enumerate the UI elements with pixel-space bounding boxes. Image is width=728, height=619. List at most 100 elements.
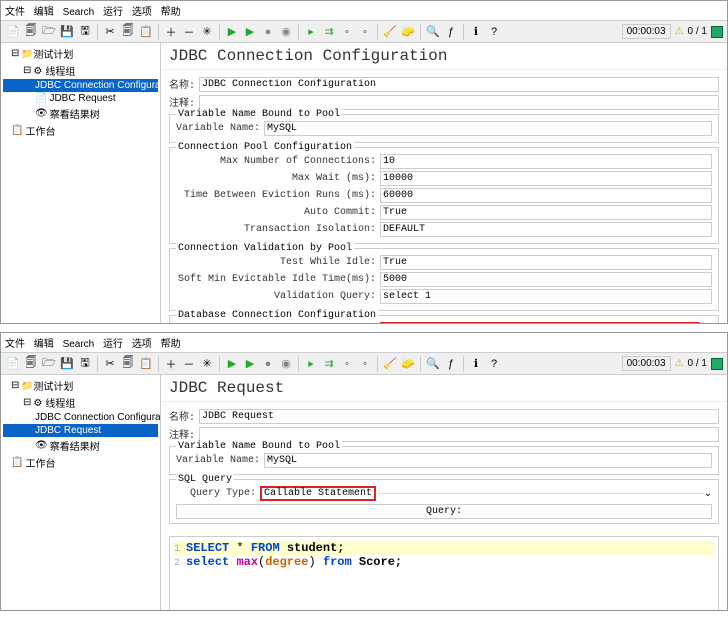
tree-workbench-2[interactable]: 📋工作台 [3,454,158,471]
clear-icon[interactable]: 🧹 [382,24,398,40]
tree-threadgroup-2[interactable]: ⊟⚙线程组 [3,394,158,411]
menu-run-2[interactable]: 运行 [103,339,123,350]
save-icon[interactable]: 💾 [59,24,75,40]
menu-run[interactable]: 运行 [103,7,123,18]
clear-all-icon[interactable]: 🧽 [400,24,416,40]
new-icon[interactable]: 📄 [5,356,21,372]
tree-jdbc-request-2[interactable]: JDBC Request [3,424,158,437]
stop-icon[interactable]: ● [260,24,276,40]
remote-start-icon[interactable]: ▸ [303,24,319,40]
remote-stop-all-icon[interactable]: ◦ [357,24,373,40]
varname-input[interactable] [264,121,712,136]
softmin-input[interactable] [380,272,712,287]
search-icon[interactable]: 🔍 [425,356,441,372]
menu-options[interactable]: 选项 [132,7,152,18]
function-helper-icon[interactable]: ƒ [443,24,459,40]
tree-panel-2: ⊟📁测试计划 ⊟⚙线程组 JDBC Connection Configurati… [1,375,161,610]
paste-icon[interactable]: 📋 [138,356,154,372]
save-icon[interactable]: 💾 [59,356,75,372]
querytype-value[interactable]: Callable Statement [260,486,376,501]
help-icon[interactable]: ℹ [468,24,484,40]
paste-icon[interactable]: 📋 [138,24,154,40]
comment-input-2[interactable] [199,427,719,442]
remote-stop-all-icon[interactable]: ◦ [357,356,373,372]
toggle-icon[interactable]: ✳ [199,24,215,40]
menu-help[interactable]: 帮助 [161,7,181,18]
templates-icon[interactable]: 🗐 [23,356,39,372]
open-icon[interactable]: 🗁 [41,356,57,372]
copy-icon[interactable]: 🗐 [120,356,136,372]
status-icon [711,26,723,38]
menu-help-2[interactable]: 帮助 [161,339,181,350]
autocommit-input[interactable] [380,205,712,220]
open-icon[interactable]: 🗁 [41,24,57,40]
main-panel-2: JDBC Request 名称: 注释: Variable Name Bound… [161,375,727,610]
copy-icon[interactable]: 🗐 [120,24,136,40]
tree-root[interactable]: ⊟📁测试计划 [3,45,158,62]
remote-stop-icon[interactable]: ◦ [339,356,355,372]
tree-jdbc-config[interactable]: JDBC Connection Configurat [3,79,158,92]
help-icon[interactable]: ℹ [468,356,484,372]
warning-icon[interactable]: ⚠ [675,26,684,37]
tree-jdbc-config-2[interactable]: JDBC Connection Configurati [3,411,158,424]
tree-threadgroup[interactable]: ⊟⚙线程组 [3,62,158,79]
menu-options-2[interactable]: 选项 [132,339,152,350]
dburl-input[interactable] [380,322,700,323]
run-notimer-icon[interactable]: ▶ [242,356,258,372]
shutdown-icon[interactable]: ◉ [278,356,294,372]
close-icon[interactable]: 🖫 [77,356,93,372]
run-icon[interactable]: ▶ [224,24,240,40]
evict-input[interactable] [380,188,712,203]
maxconn-input[interactable] [380,154,712,169]
cut-icon[interactable]: ✂ [102,356,118,372]
run-notimer-icon[interactable]: ▶ [242,24,258,40]
valquery-input[interactable] [380,289,712,304]
toggle-icon[interactable]: ✳ [199,356,215,372]
expand-icon[interactable]: ＋ [163,24,179,40]
tree-result-tree-2[interactable]: 👁察看结果树 [3,437,158,454]
what-icon[interactable]: ? [486,24,502,40]
chevron-down-icon[interactable]: ⌄ [704,488,712,500]
what-icon[interactable]: ? [486,356,502,372]
shutdown-icon[interactable]: ◉ [278,24,294,40]
function-helper-icon[interactable]: ƒ [443,356,459,372]
maxwait-input[interactable] [380,171,712,186]
close-icon[interactable]: 🖫 [77,24,93,40]
comment-label: 注释: [169,94,195,110]
evict-label: Time Between Eviction Runs (ms): [176,190,376,201]
menu-edit-2[interactable]: 编辑 [34,339,54,350]
tree-result-tree[interactable]: 👁察看结果树 [3,105,158,122]
warning-icon-2[interactable]: ⚠ [675,358,684,369]
testidle-input[interactable] [380,255,712,270]
run-icon[interactable]: ▶ [224,356,240,372]
cut-icon[interactable]: ✂ [102,24,118,40]
templates-icon[interactable]: 🗐 [23,24,39,40]
new-icon[interactable]: 📄 [5,24,21,40]
clear-all-icon[interactable]: 🧽 [400,356,416,372]
menu-file-2[interactable]: 文件 [5,339,25,350]
comment-input[interactable] [199,95,719,110]
remote-start-all-icon[interactable]: ⇉ [321,24,337,40]
menu-file[interactable]: 文件 [5,7,25,18]
varname-input-2[interactable] [264,453,712,468]
menu-search[interactable]: Search [63,7,95,18]
menu-edit[interactable]: 编辑 [34,7,54,18]
collapse-icon[interactable]: － [181,24,197,40]
sql-editor[interactable]: 1SELECT * FROM student; 2select max(degr… [169,536,719,610]
remote-start-all-icon[interactable]: ⇉ [321,356,337,372]
stop-icon[interactable]: ● [260,356,276,372]
clear-icon[interactable]: 🧹 [382,356,398,372]
iso-label: Transaction Isolation: [176,224,376,235]
tree-workbench[interactable]: 📋工作台 [3,122,158,139]
remote-start-icon[interactable]: ▸ [303,356,319,372]
iso-input[interactable] [380,222,712,237]
remote-stop-icon[interactable]: ◦ [339,24,355,40]
collapse-icon[interactable]: － [181,356,197,372]
tree-jdbc-request[interactable]: 📄JDBC Request [3,92,158,105]
expand-icon[interactable]: ＋ [163,356,179,372]
menu-search-2[interactable]: Search [63,339,95,350]
name-input[interactable] [199,77,719,92]
name-input-2[interactable] [199,409,719,424]
search-icon[interactable]: 🔍 [425,24,441,40]
tree-root-2[interactable]: ⊟📁测试计划 [3,377,158,394]
